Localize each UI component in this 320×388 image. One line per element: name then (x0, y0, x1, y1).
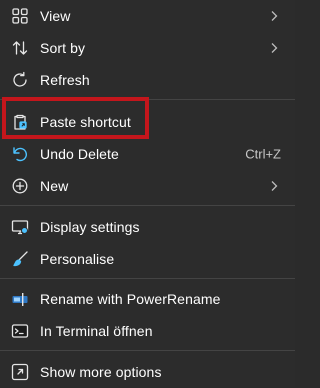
terminal-icon (11, 322, 29, 340)
menu-item-personalise[interactable]: Personalise (0, 243, 295, 275)
menu-item-display-settings[interactable]: Display settings (0, 211, 295, 243)
undo-icon (11, 145, 29, 163)
menu-item-label: In Terminal öffnen (40, 323, 153, 339)
powerrename-icon (11, 290, 29, 308)
keyboard-shortcut: Ctrl+Z (245, 146, 281, 162)
refresh-icon (11, 71, 29, 89)
menu-item-label: View (40, 8, 71, 24)
more-options-icon (11, 363, 29, 381)
separator (0, 205, 295, 206)
brush-icon (11, 250, 29, 268)
menu-item-label: Rename with PowerRename (40, 291, 221, 307)
new-icon (11, 177, 29, 195)
chevron-right-icon (269, 10, 279, 22)
display-icon (11, 218, 29, 236)
context-menu: View Sort by Refresh Paste shortcut Undo… (0, 0, 295, 387)
menu-item-open-in-terminal[interactable]: In Terminal öffnen (0, 315, 295, 347)
menu-item-label: Display settings (40, 219, 140, 235)
separator (0, 278, 295, 279)
menu-item-new[interactable]: New (0, 170, 295, 202)
menu-item-label: Personalise (40, 251, 115, 267)
menu-item-label: Sort by (40, 40, 86, 56)
view-grid-icon (11, 7, 29, 25)
menu-item-view[interactable]: View (0, 0, 295, 32)
menu-item-label: Undo Delete (40, 146, 119, 162)
menu-item-label: Show more options (40, 364, 162, 380)
menu-item-label: New (40, 178, 69, 194)
menu-item-rename-with-powerrename[interactable]: Rename with PowerRename (0, 283, 295, 315)
menu-item-refresh[interactable]: Refresh (0, 64, 295, 96)
chevron-right-icon (269, 42, 279, 54)
highlight-box (2, 97, 149, 139)
sort-icon (11, 39, 29, 57)
menu-item-show-more-options[interactable]: Show more options (0, 356, 295, 388)
menu-item-label: Refresh (40, 72, 90, 88)
chevron-right-icon (269, 180, 279, 192)
menu-item-undo-delete[interactable]: Undo Delete Ctrl+Z (0, 138, 295, 170)
separator (0, 350, 295, 351)
menu-item-sort-by[interactable]: Sort by (0, 32, 295, 64)
